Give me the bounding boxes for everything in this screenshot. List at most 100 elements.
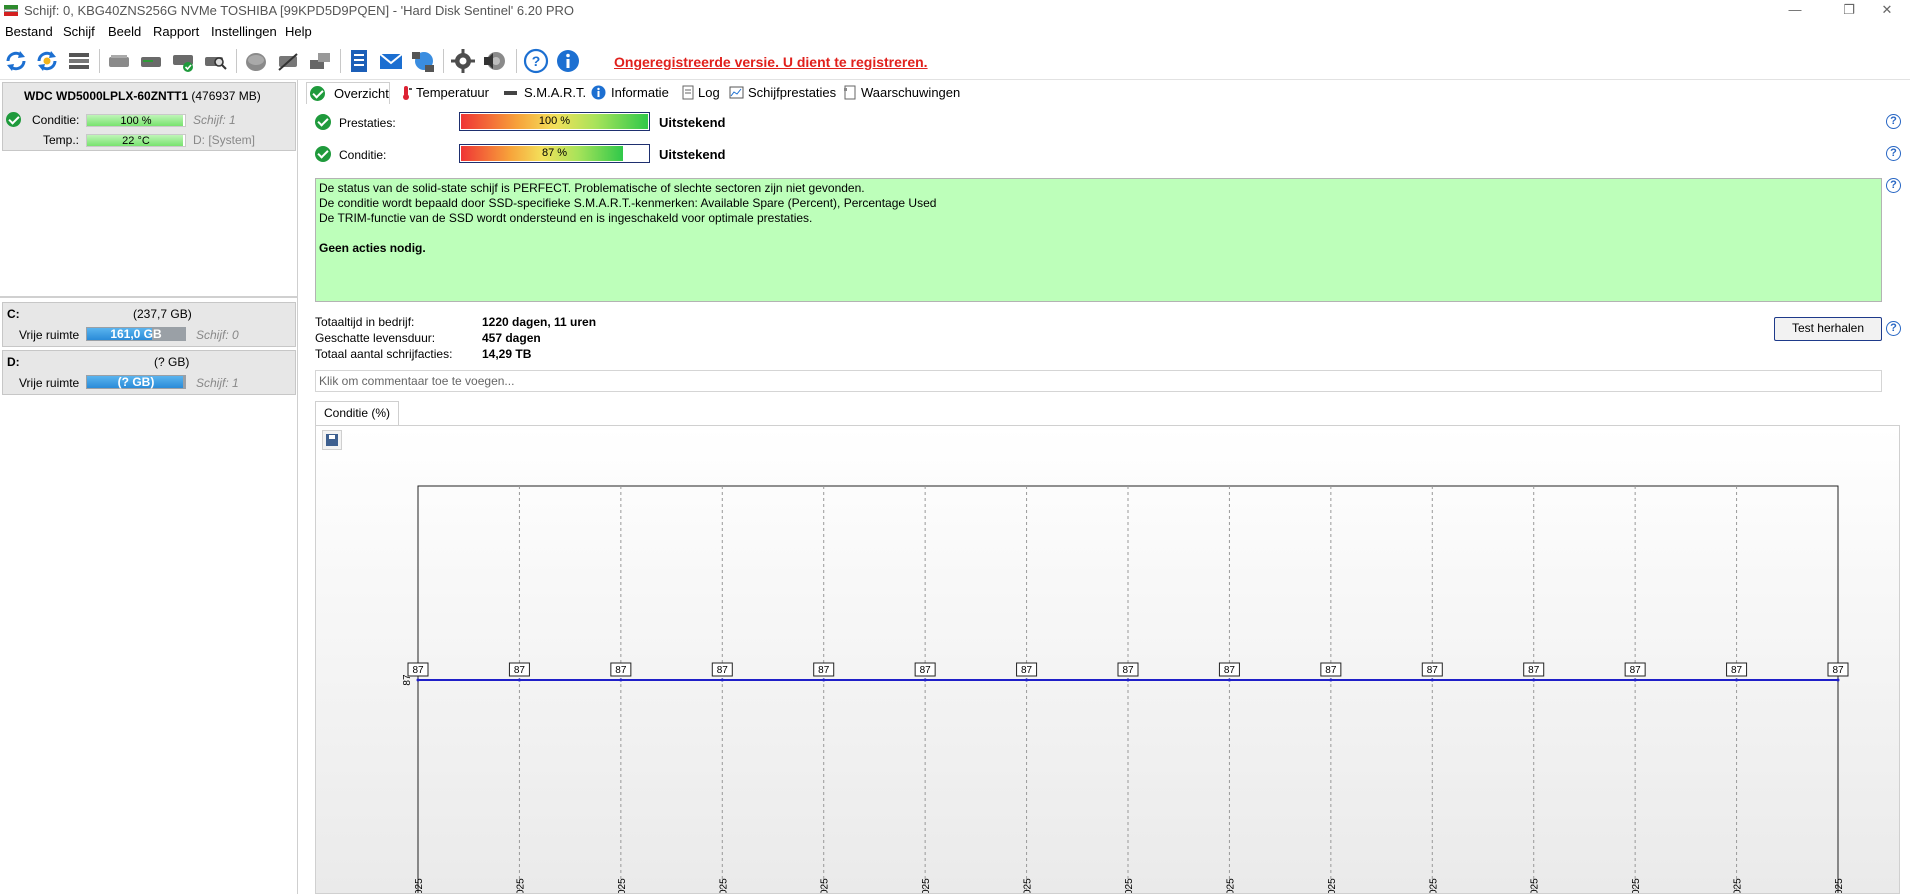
report-icon[interactable]: [346, 48, 372, 74]
x-tick-label: 025: [820, 878, 831, 894]
menu-bar: Bestand Schijf Beeld Rapport Instellinge…: [0, 22, 1910, 42]
data-point: [1025, 678, 1029, 682]
unregistered-link[interactable]: Ongeregistreerde versie. U dient te regi…: [614, 54, 928, 70]
help-icon[interactable]: ?: [523, 48, 549, 74]
comment-input[interactable]: Klik om commentaar toe te voegen...: [315, 370, 1882, 392]
condition-label: Conditie:: [339, 148, 387, 162]
temp-meter-value: 22 °C: [122, 135, 150, 147]
data-point: [1836, 678, 1840, 682]
help-icon[interactable]: ?: [1886, 178, 1901, 193]
info-icon[interactable]: [555, 48, 581, 74]
panel-splitter[interactable]: [0, 296, 298, 298]
x-tick-label: 025: [1733, 878, 1744, 894]
data-point: [1633, 678, 1637, 682]
volume-size: (? GB): [154, 355, 190, 369]
chart-panel: 87 025 87 025 87 025 87 025 87 025 87 025 87 025 87 025…: [315, 425, 1900, 894]
disk-search-icon[interactable]: [202, 48, 228, 74]
status-action: Geen acties nodig.: [319, 241, 426, 255]
volume-letter: C:: [7, 307, 20, 321]
data-point: [619, 678, 623, 682]
lifetime-value: 457 dagen: [482, 331, 541, 345]
help-icon[interactable]: ?: [1886, 146, 1901, 161]
menu-beeld[interactable]: Beeld: [108, 24, 141, 39]
data-label: 87: [1325, 665, 1337, 676]
disk-entry[interactable]: WDC WD5000LPLX-60ZNTT1 (476937 MB) Condi…: [2, 82, 296, 151]
x-tick-label: 025: [414, 878, 425, 894]
data-label: 87: [1021, 665, 1033, 676]
power-on-label: Totaaltijd in bedrijf:: [315, 315, 415, 329]
tab-temperatuur[interactable]: Temperatuur: [394, 82, 496, 104]
refresh-all-icon[interactable]: [34, 48, 60, 74]
left-panel: WDC WD5000LPLX-60ZNTT1 (476937 MB) Condi…: [0, 80, 298, 894]
tab-informatie[interactable]: Informatie: [586, 82, 676, 104]
writes-label: Totaal aantal schrijfacties:: [315, 347, 453, 361]
x-tick-label: 025: [718, 878, 729, 894]
x-tick-label: 025: [1530, 878, 1541, 894]
data-label: 87: [1731, 665, 1743, 676]
menu-help[interactable]: Help: [285, 24, 312, 39]
warning-icon: [844, 85, 856, 100]
disk-ok-icon[interactable]: [170, 48, 196, 74]
refresh-icon[interactable]: [3, 48, 29, 74]
condition-rating: Uitstekend: [659, 147, 726, 162]
free-space-meter: 161,0 GB: [86, 327, 186, 341]
condition-meter-value: 87 %: [541, 147, 568, 159]
speaker-icon[interactable]: [482, 48, 508, 74]
x-tick-label: 025: [1124, 878, 1135, 894]
menu-rapport[interactable]: Rapport: [153, 24, 199, 39]
disk-test-icon[interactable]: [138, 48, 164, 74]
menu-bestand[interactable]: Bestand: [5, 24, 53, 39]
x-tick-label: 025: [1631, 878, 1642, 894]
performance-label: Prestaties:: [339, 116, 396, 130]
disk-export-icon[interactable]: [307, 48, 333, 74]
x-tick-label: 025: [617, 878, 628, 894]
x-tick-label: 025: [1023, 878, 1034, 894]
tab-label: Schijfprestaties: [748, 85, 837, 100]
volume-entry-c[interactable]: C: (237,7 GB) Vrije ruimte 161,0 GB Schi…: [2, 302, 296, 347]
tab-overzicht[interactable]: Overzicht: [306, 82, 390, 104]
tab-schijfprestaties[interactable]: Schijfprestaties: [724, 82, 837, 104]
close-button[interactable]: ✕: [1864, 0, 1910, 22]
condition-meter: 100 %: [86, 114, 186, 127]
lifetime-label: Geschatte levensduur:: [315, 331, 436, 345]
data-point: [1126, 678, 1130, 682]
tab-waarschuwingen[interactable]: Waarschuwingen: [837, 82, 960, 104]
performance-meter: 100 %: [459, 112, 650, 131]
status-line: De TRIM-functie van de SSD wordt onderst…: [319, 211, 813, 225]
data-point: [822, 678, 826, 682]
menu-schijf[interactable]: Schijf: [63, 24, 95, 39]
disk-wipe-icon[interactable]: [275, 48, 301, 74]
help-icon[interactable]: ?: [1886, 114, 1901, 129]
help-icon[interactable]: ?: [1886, 321, 1901, 336]
minimize-button[interactable]: —: [1772, 0, 1818, 22]
gear-icon[interactable]: [450, 48, 476, 74]
x-tick-label: 025: [1327, 878, 1338, 894]
retest-button[interactable]: Test herhalen: [1774, 317, 1882, 341]
temp-meter: 22 °C: [86, 134, 186, 147]
network-icon[interactable]: [410, 48, 436, 74]
free-space-value: (? GB): [117, 375, 155, 389]
menu-instellingen[interactable]: Instellingen: [211, 24, 277, 39]
tab-log[interactable]: Log: [675, 82, 722, 104]
x-tick-label: 025: [1834, 878, 1845, 894]
tab-conditie-chart[interactable]: Conditie (%): [315, 401, 399, 426]
data-point: [923, 678, 927, 682]
volume-entry-d[interactable]: D: (? GB) Vrije ruimte (? GB) Schijf: 1: [2, 350, 296, 395]
status-message-box: De status van de solid-state schijf is P…: [315, 178, 1882, 302]
disk-gray-icon[interactable]: [106, 48, 132, 74]
tab-label: Log: [698, 85, 720, 100]
window-title: Schijf: 0, KBG40ZNS256G NVMe TOSHIBA [99…: [24, 3, 574, 18]
x-tick-label: 025: [515, 878, 526, 894]
x-tick-label: 025: [921, 878, 932, 894]
tab-label: Temperatuur: [416, 85, 489, 100]
writes-value: 14,29 TB: [482, 347, 532, 361]
free-space-label: Vrije ruimte: [19, 328, 80, 342]
free-space-value: 161,0 GB: [110, 327, 162, 341]
disk-surface-icon[interactable]: [243, 48, 269, 74]
data-label: 87: [1832, 665, 1844, 676]
data-label: 87: [1528, 665, 1540, 676]
volume-size: (237,7 GB): [133, 307, 192, 321]
tab-smart[interactable]: S.M.A.R.T.: [498, 82, 586, 104]
disk-list-icon[interactable]: [66, 48, 92, 74]
mail-icon[interactable]: [378, 48, 404, 74]
